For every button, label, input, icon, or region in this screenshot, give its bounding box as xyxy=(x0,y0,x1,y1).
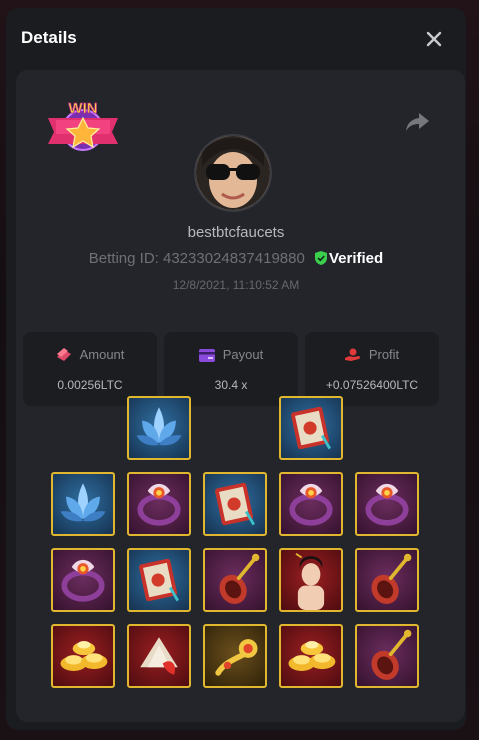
slot-reels xyxy=(16,70,465,722)
blue-lotus-icon xyxy=(136,407,182,446)
red-scroll-icon xyxy=(139,558,179,602)
slot-symbol-blue-lotus xyxy=(127,396,191,460)
red-scroll-icon xyxy=(215,482,255,526)
slot-symbol-pipa-lute xyxy=(355,548,419,612)
slot-symbol-red-scroll xyxy=(203,472,267,536)
lady-portrait-icon xyxy=(295,552,325,610)
bet-details-card: WIN bestbtcfaucets Betting ID: 432330248… xyxy=(16,70,465,722)
gold-ingots-icon xyxy=(288,641,336,671)
pipa-lute-icon xyxy=(371,629,412,680)
slot-symbol-purple-ring xyxy=(279,472,343,536)
slot-symbol-pipa-lute xyxy=(355,624,419,688)
pipa-lute-icon xyxy=(371,553,412,604)
modal-title: Details xyxy=(21,28,77,47)
purple-ring-icon xyxy=(289,483,333,526)
slot-symbol-gold-ingots xyxy=(51,624,115,688)
close-button[interactable] xyxy=(423,28,445,50)
blue-lotus-icon xyxy=(60,483,106,522)
slot-symbol-blue-lotus xyxy=(51,472,115,536)
slot-symbol-purple-ring xyxy=(51,548,115,612)
purple-ring-icon xyxy=(137,483,181,526)
purple-ring-icon xyxy=(61,559,105,602)
purple-ring-icon xyxy=(365,483,409,526)
red-scroll-icon xyxy=(291,406,331,450)
slot-symbol-lady-portrait xyxy=(279,548,343,612)
slot-symbol-paper-fan xyxy=(127,624,191,688)
slot-symbol-gold-ingots xyxy=(279,624,343,688)
pipa-lute-icon xyxy=(219,553,260,604)
paper-fan-icon xyxy=(140,637,178,675)
close-icon xyxy=(426,31,442,47)
gold-ingots-icon xyxy=(60,641,108,671)
golden-ruyi-icon xyxy=(215,639,258,676)
slot-symbol-golden-ruyi xyxy=(203,624,267,688)
details-modal: Details WIN bestbtcfaucets Betting ID: 4… xyxy=(6,8,466,730)
slot-symbol-purple-ring xyxy=(355,472,419,536)
slot-symbol-pipa-lute xyxy=(203,548,267,612)
slot-symbol-purple-ring xyxy=(127,472,191,536)
slot-symbol-red-scroll xyxy=(127,548,191,612)
slot-symbol-red-scroll xyxy=(279,396,343,460)
